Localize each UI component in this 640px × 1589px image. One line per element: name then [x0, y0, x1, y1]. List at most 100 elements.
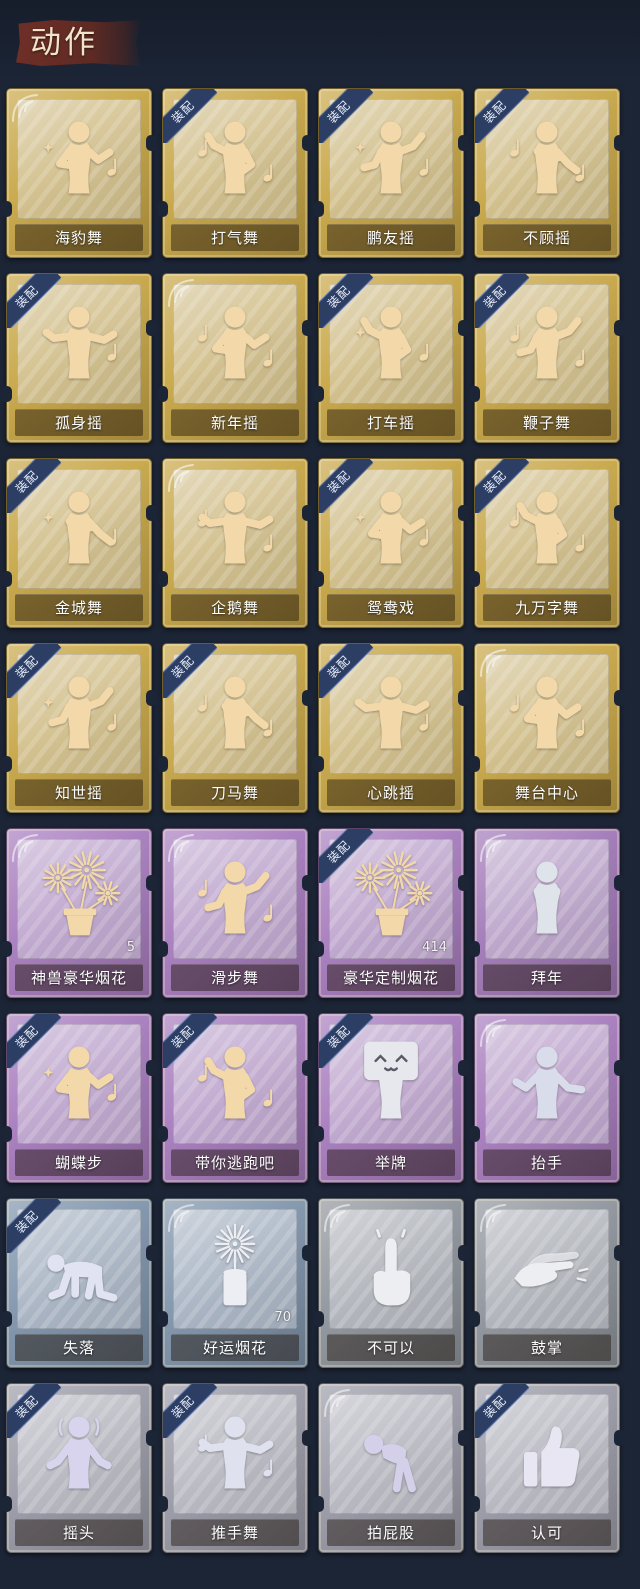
bent-over-figure-icon — [343, 1404, 439, 1500]
action-card[interactable]: 企鹅舞 — [157, 458, 313, 628]
equipped-badge-label: 装配 — [163, 1384, 217, 1438]
action-name: 推手舞 — [210, 1524, 259, 1542]
equipped-badge: 装配 — [319, 89, 373, 143]
action-card[interactable]: 鼓掌 — [469, 1198, 625, 1368]
equipped-badge-label: 装配 — [7, 1384, 61, 1438]
greeting-figure-icon — [499, 849, 595, 945]
action-name: 豪华定制烟花 — [342, 969, 439, 987]
raised-hand-figure-icon — [499, 1034, 595, 1130]
action-card[interactable]: 刀马舞 装配 — [157, 643, 313, 813]
action-label-band: 抬手 — [483, 1149, 611, 1176]
corner-swirl-ornament-icon — [9, 91, 43, 125]
action-label-band: 失落 — [15, 1334, 143, 1361]
equipped-badge: 装配 — [7, 274, 61, 328]
equipped-badge: 装配 — [319, 644, 373, 698]
corner-swirl-ornament-icon — [321, 1201, 355, 1235]
action-name: 鸳鸯戏 — [366, 599, 415, 617]
action-card[interactable]: 鸳鸯戏 装配 — [313, 458, 469, 628]
equipped-badge-label: 装配 — [475, 274, 529, 328]
action-card[interactable]: 舞台中心 — [469, 643, 625, 813]
action-card[interactable]: 心跳摇 装配 — [313, 643, 469, 813]
action-name: 打车摇 — [366, 414, 415, 432]
action-card[interactable]: 5 神兽豪华烟花 — [1, 828, 157, 998]
action-name: 九万字舞 — [514, 599, 579, 617]
equipped-badge-label: 装配 — [319, 274, 373, 328]
action-label-band: 心跳摇 — [327, 779, 455, 806]
action-card[interactable]: 打车摇 装配 — [313, 273, 469, 443]
action-label-band: 鼓掌 — [483, 1334, 611, 1361]
equipped-badge-label: 装配 — [319, 1014, 373, 1068]
equipped-badge-label: 装配 — [163, 644, 217, 698]
action-card[interactable]: 拍屁股 — [313, 1383, 469, 1553]
action-name: 抬手 — [530, 1154, 563, 1172]
action-card[interactable]: 抬手 — [469, 1013, 625, 1183]
action-name: 鼓掌 — [530, 1339, 563, 1357]
corner-swirl-ornament-icon — [165, 276, 199, 310]
action-name: 神兽豪华烟花 — [30, 969, 127, 987]
action-card[interactable]: 滑步舞 — [157, 828, 313, 998]
equipped-badge-label: 装配 — [319, 644, 373, 698]
action-card[interactable]: 带你逃跑吧 装配 — [157, 1013, 313, 1183]
equipped-badge: 装配 — [319, 1014, 373, 1068]
action-card[interactable]: 414 豪华定制烟花 装配 — [313, 828, 469, 998]
equipped-badge-label: 装配 — [7, 274, 61, 328]
action-card[interactable]: 知世摇 装配 — [1, 643, 157, 813]
action-card[interactable]: 不顾摇 装配 — [469, 88, 625, 258]
equipped-badge: 装配 — [7, 1384, 61, 1438]
equipped-badge-label: 装配 — [475, 89, 529, 143]
equipped-badge: 装配 — [475, 274, 529, 328]
action-name: 海豹舞 — [54, 229, 103, 247]
action-name: 举牌 — [374, 1154, 407, 1172]
action-card[interactable]: 推手舞 装配 — [157, 1383, 313, 1553]
equipped-badge: 装配 — [163, 644, 217, 698]
action-card[interactable]: 海豹舞 — [1, 88, 157, 258]
action-card[interactable]: 鹏友摇 装配 — [313, 88, 469, 258]
action-card[interactable]: 九万字舞 装配 — [469, 458, 625, 628]
action-label-band: 认可 — [483, 1519, 611, 1546]
item-count: 414 — [422, 940, 447, 955]
action-label-band: 鸳鸯戏 — [327, 594, 455, 621]
clapping-hands-icon — [499, 1219, 595, 1315]
action-card[interactable]: 鞭子舞 装配 — [469, 273, 625, 443]
action-name: 滑步舞 — [210, 969, 259, 987]
action-card[interactable]: 举牌 装配 — [313, 1013, 469, 1183]
action-card[interactable]: 认可 装配 — [469, 1383, 625, 1553]
action-label-band: 打车摇 — [327, 409, 455, 436]
action-label-band: 推手舞 — [171, 1519, 299, 1546]
equipped-badge: 装配 — [163, 1014, 217, 1068]
action-card[interactable]: 失落 装配 — [1, 1198, 157, 1368]
section-title: 动作 — [30, 25, 98, 61]
action-name: 蝴蝶步 — [54, 1154, 103, 1172]
corner-swirl-ornament-icon — [9, 831, 43, 865]
action-name: 打气舞 — [210, 229, 259, 247]
action-label-band: 孤身摇 — [15, 409, 143, 436]
action-card[interactable]: 打气舞 装配 — [157, 88, 313, 258]
action-name: 拜年 — [530, 969, 563, 987]
action-card[interactable]: 金城舞 装配 — [1, 458, 157, 628]
action-name: 鞭子舞 — [522, 414, 571, 432]
action-label-band: 摇头 — [15, 1519, 143, 1546]
action-name: 失落 — [62, 1339, 95, 1357]
action-card[interactable]: 不可以 — [313, 1198, 469, 1368]
corner-swirl-ornament-icon — [477, 646, 511, 680]
action-label-band: 新年摇 — [171, 409, 299, 436]
corner-swirl-ornament-icon — [165, 1201, 199, 1235]
action-card[interactable]: 摇头 装配 — [1, 1383, 157, 1553]
action-card[interactable]: 蝴蝶步 装配 — [1, 1013, 157, 1183]
action-card[interactable]: 拜年 — [469, 828, 625, 998]
dancing-figure-icon — [187, 479, 283, 575]
action-card[interactable]: 孤身摇 装配 — [1, 273, 157, 443]
action-card[interactable]: 新年摇 — [157, 273, 313, 443]
equipped-badge: 装配 — [319, 829, 373, 883]
section-header: 动作 — [16, 20, 142, 66]
action-label-band: 九万字舞 — [483, 594, 611, 621]
action-label-band: 举牌 — [327, 1149, 455, 1176]
action-name: 金城舞 — [54, 599, 103, 617]
equipped-badge: 装配 — [7, 644, 61, 698]
action-label-band: 鞭子舞 — [483, 409, 611, 436]
action-name: 好运烟花 — [202, 1339, 267, 1357]
action-card[interactable]: 70 好运烟花 — [157, 1198, 313, 1368]
corner-swirl-ornament-icon — [477, 1016, 511, 1050]
corner-swirl-ornament-icon — [321, 1386, 355, 1420]
action-label-band: 海豹舞 — [15, 224, 143, 251]
